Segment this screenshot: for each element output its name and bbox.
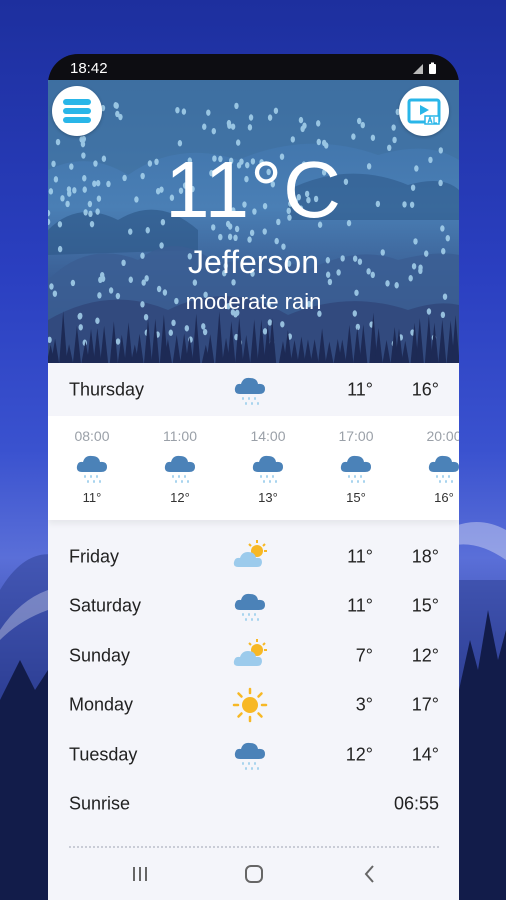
- rain-cloud-icon: [232, 372, 268, 408]
- menu-button[interactable]: [52, 86, 102, 136]
- low-temp: 12°: [345, 744, 373, 765]
- status-time: 18:42: [70, 60, 108, 77]
- hourly-item: 08:00 11°: [62, 416, 122, 520]
- partly-sunny-icon: [232, 539, 268, 575]
- hour-time: 20:00: [426, 428, 459, 444]
- hour-time: 17:00: [338, 428, 374, 444]
- rain-cloud-icon: [74, 450, 110, 486]
- rain-cloud-icon: [232, 588, 268, 624]
- hourly-item: 14:00 13°: [238, 416, 298, 520]
- system-navigation-bar: [48, 850, 459, 900]
- recent-apps-icon[interactable]: [128, 862, 152, 886]
- hour-temp: 11°: [82, 490, 102, 505]
- sun-icon: [232, 687, 268, 723]
- weather-condition: moderate rain: [185, 289, 322, 314]
- forecast-row[interactable]: Sunday 7° 12°: [48, 631, 459, 681]
- day-label: Sunday: [69, 645, 131, 666]
- hour-temp: 12°: [170, 490, 190, 505]
- day-label: Friday: [69, 546, 120, 567]
- rain-cloud-icon: [232, 737, 268, 773]
- city-name: Jefferson: [187, 244, 320, 280]
- hour-time: 11:00: [163, 428, 197, 444]
- rain-cloud-icon: [162, 450, 198, 486]
- hourly-item: 20:00 16°: [414, 416, 459, 520]
- sunrise-row: Sunrise 06:55: [48, 779, 459, 829]
- signal-icon: [413, 63, 423, 74]
- day-label: Tuesday: [69, 744, 138, 765]
- low-temp: 3°: [355, 694, 373, 715]
- forecast-row[interactable]: Friday 11° 18°: [48, 532, 459, 582]
- home-icon[interactable]: [242, 862, 266, 886]
- day-label: Monday: [69, 694, 134, 715]
- hour-time: 08:00: [74, 428, 110, 444]
- battery-icon: [429, 62, 436, 74]
- high-temp: 17°: [411, 694, 439, 715]
- forecast-row[interactable]: Saturday 11° 15°: [48, 581, 459, 631]
- rain-cloud-icon: [338, 450, 374, 486]
- hourly-item: 17:00 15°: [326, 416, 386, 520]
- low-temp: 7°: [355, 645, 373, 666]
- app-screen: 11°C Jefferson moderate rain Thursday 11…: [48, 80, 459, 900]
- current-temperature: 11°C: [165, 145, 342, 234]
- sunrise-time: 06:55: [393, 793, 439, 814]
- phone-frame: 18:42 11°C Jefferson moderate rain Thurs…: [48, 54, 459, 900]
- low-temp: 11°: [347, 546, 373, 567]
- forecast-row[interactable]: Monday 3° 17°: [48, 680, 459, 730]
- day-label: Thursday: [69, 379, 145, 400]
- high-temp: 14°: [411, 744, 439, 765]
- hourly-forecast[interactable]: 08:00 11° 11:00 12° 14:00 13° 17:00 15° …: [48, 416, 459, 520]
- high-temp: 16°: [411, 379, 439, 400]
- rain-cloud-icon: [426, 450, 459, 486]
- weather-hero: 11°C Jefferson moderate rain: [48, 80, 459, 363]
- hour-temp: 15°: [346, 490, 366, 505]
- rain-cloud-icon: [250, 450, 286, 486]
- high-temp: 15°: [411, 595, 439, 616]
- today-forecast-row[interactable]: Thursday 11° 16°: [48, 365, 459, 415]
- high-temp: 18°: [411, 546, 439, 567]
- low-temp: 11°: [347, 379, 373, 400]
- high-temp: 12°: [411, 645, 439, 666]
- partly-sunny-icon: [232, 638, 268, 674]
- hour-temp: 13°: [258, 490, 278, 505]
- video-ad-icon: [407, 98, 441, 125]
- hourly-item: 11:00 12°: [150, 416, 210, 520]
- hour-temp: 16°: [434, 490, 454, 505]
- low-temp: 11°: [347, 595, 373, 616]
- back-icon[interactable]: [358, 862, 382, 886]
- day-label: Saturday: [69, 595, 142, 616]
- video-ad-button[interactable]: [399, 86, 449, 136]
- hour-time: 14:00: [250, 428, 286, 444]
- status-icons: [412, 62, 437, 75]
- forecast-row[interactable]: Tuesday 12° 14°: [48, 730, 459, 780]
- status-bar: 18:42: [48, 54, 459, 82]
- sunrise-label: Sunrise: [69, 793, 131, 814]
- hamburger-menu-icon: [63, 99, 91, 123]
